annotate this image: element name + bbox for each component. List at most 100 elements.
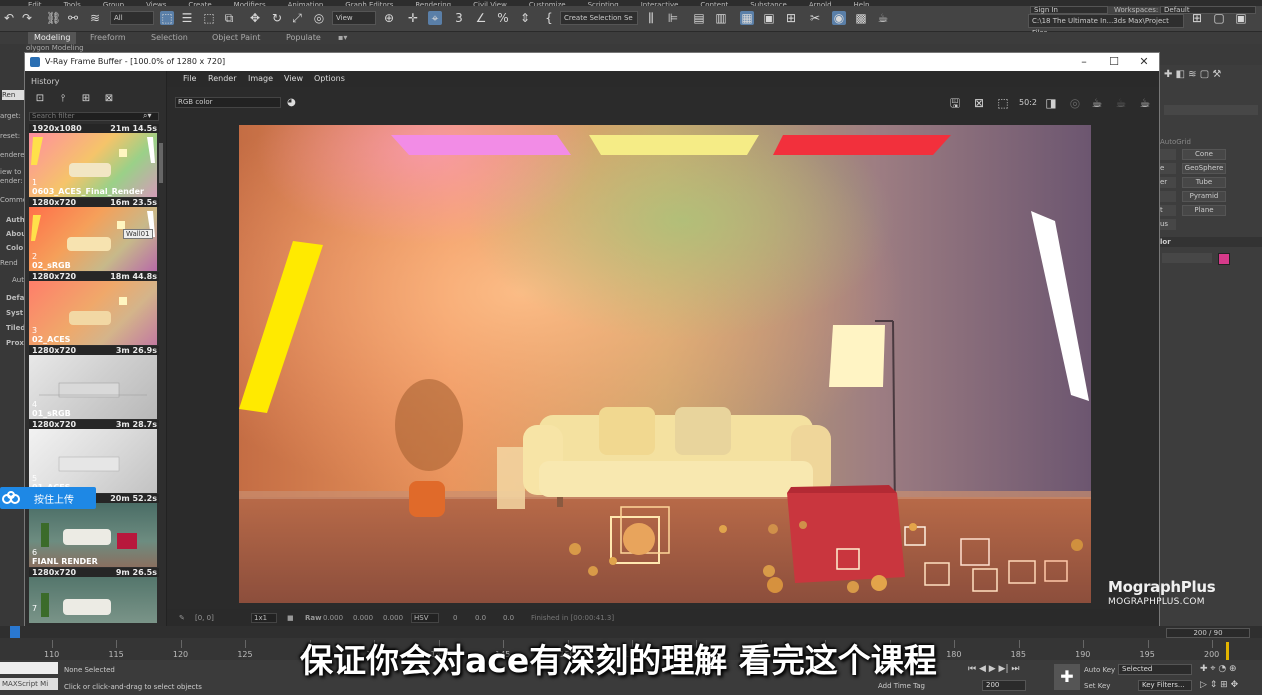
- history-search-input[interactable]: Search filter: [29, 112, 159, 121]
- color-mode-dropdown[interactable]: HSV: [411, 613, 439, 623]
- history-remove-icon[interactable]: ⊠: [102, 93, 116, 105]
- object-type-dropdown[interactable]: [1164, 105, 1258, 115]
- percent-snap-icon[interactable]: %: [496, 11, 510, 25]
- menu-image[interactable]: Image: [248, 71, 273, 87]
- unlink-icon[interactable]: ⚯: [66, 11, 80, 25]
- project-path-dropdown[interactable]: C:\18 The Ultimate In...3ds Max\Project …: [1028, 14, 1184, 37]
- close-icon[interactable]: ✕: [1129, 53, 1159, 71]
- history-item-header[interactable]: 1280x720 9m 26.5s: [29, 568, 159, 577]
- compare-icon[interactable]: 50:2: [1019, 95, 1037, 111]
- object-name-field[interactable]: [1162, 253, 1212, 263]
- project-folder-icon[interactable]: ⊞: [1190, 11, 1204, 25]
- cone-button[interactable]: Cone: [1182, 149, 1226, 160]
- maxscript-listener-top[interactable]: [0, 662, 58, 674]
- region-render-icon[interactable]: ⬚: [995, 95, 1011, 111]
- scale-icon[interactable]: ⤢: [290, 11, 304, 25]
- left-panel-rollout[interactable]: Syst: [6, 309, 23, 317]
- ribbon-options-icon[interactable]: ▪▾: [338, 32, 347, 44]
- select-manipulate-icon[interactable]: ✛: [406, 11, 420, 25]
- tab-freeform[interactable]: Freeform: [90, 32, 126, 44]
- bind-spacewarp-icon[interactable]: ≋: [88, 11, 102, 25]
- reference-coord-dropdown[interactable]: View: [332, 11, 376, 25]
- box-button[interactable]: [1160, 149, 1176, 160]
- toggle-ribbon-icon[interactable]: ▥: [714, 11, 728, 25]
- viewport-nav-icons-2[interactable]: ▷ ⇕ ⊞ ✥: [1200, 680, 1238, 690]
- key-filters-button[interactable]: Key Filters...: [1138, 680, 1192, 691]
- baidu-upload-badge[interactable]: 按住上传: [0, 487, 96, 509]
- pivot-icon[interactable]: ⊕: [382, 11, 396, 25]
- viewport-nav-icons[interactable]: ✚ ⌖ ◔ ⊕: [1200, 664, 1237, 674]
- channel-dropdown[interactable]: RGB color: [175, 97, 281, 108]
- menu-render[interactable]: Render: [208, 71, 236, 87]
- history-item-header[interactable]: 1280x720 16m 23.5s: [29, 198, 159, 207]
- left-panel-rollout[interactable]: Prox: [6, 339, 24, 347]
- menu-view[interactable]: View: [284, 71, 303, 87]
- sphere-button[interactable]: e: [1160, 163, 1176, 174]
- autogrid-label[interactable]: AutoGrid: [1160, 138, 1191, 146]
- history-save-icon[interactable]: ⊡: [33, 93, 47, 105]
- clear-image-icon[interactable]: ⊠: [971, 95, 987, 111]
- tab-populate[interactable]: Populate: [286, 32, 321, 44]
- save-image-icon[interactable]: 🖫: [947, 95, 963, 111]
- rotate-icon[interactable]: ↻: [270, 11, 284, 25]
- keyboard-shortcut-icon[interactable]: ⌖: [428, 11, 442, 25]
- tab-selection[interactable]: Selection: [151, 32, 188, 44]
- cylinder-button[interactable]: er: [1160, 177, 1176, 188]
- history-item-header[interactable]: 1280x720 18m 44.8s: [29, 272, 159, 281]
- render-setup-icon[interactable]: ✂: [808, 11, 822, 25]
- render-icon[interactable]: ☕: [1113, 95, 1129, 111]
- history-load-icon[interactable]: ⊞: [79, 93, 93, 105]
- history-scrollbar[interactable]: [159, 143, 163, 183]
- stop-render-icon[interactable]: ◎: [1067, 95, 1083, 111]
- set-key-button[interactable]: Set Key: [1084, 682, 1110, 690]
- project-folder-open-icon[interactable]: ▢: [1212, 11, 1226, 25]
- sign-in-dropdown[interactable]: Sign In: [1030, 6, 1108, 14]
- lens-effects-icon[interactable]: ◨: [1043, 95, 1059, 111]
- time-slider-handle[interactable]: [10, 626, 20, 638]
- maxscript-mini-listener[interactable]: MAXScript Mi: [0, 678, 58, 690]
- zoom-dropdown[interactable]: 1x1: [251, 613, 277, 623]
- left-panel-rollout[interactable]: Tiled: [6, 324, 25, 332]
- torus-button[interactable]: [1160, 191, 1176, 202]
- tab-object-paint[interactable]: Object Paint: [212, 32, 260, 44]
- select-by-name-icon[interactable]: ☰: [180, 11, 194, 25]
- undo-icon[interactable]: ↶: [2, 11, 16, 25]
- history-item-header[interactable]: 1920x1080 21m 14.5s: [29, 124, 159, 133]
- history-thumbnail[interactable]: 1 0603_ACES_Final_Render: [29, 133, 157, 197]
- rendered-frame-window-icon[interactable]: ◉: [832, 11, 846, 25]
- window-crossing-icon[interactable]: ⧉: [222, 11, 236, 25]
- geosphere-button[interactable]: GeoSphere: [1182, 163, 1226, 174]
- history-item-header[interactable]: 1280x720 3m 28.7s: [29, 420, 159, 429]
- move-icon[interactable]: ✥: [248, 11, 262, 25]
- left-panel-rollout[interactable]: Auth: [6, 216, 25, 224]
- create-selection-set-dropdown[interactable]: Create Selection Se: [560, 11, 638, 25]
- key-selection-dropdown[interactable]: Selected: [1118, 664, 1192, 675]
- add-time-tag[interactable]: Add Time Tag: [878, 682, 925, 690]
- align-icon[interactable]: ⊫: [666, 11, 680, 25]
- textplus-button[interactable]: us: [1160, 219, 1176, 230]
- snaps-toggle-icon[interactable]: 3: [452, 11, 466, 25]
- region-select-icon[interactable]: ⬚: [202, 11, 216, 25]
- teapot-button[interactable]: t: [1160, 205, 1176, 216]
- plane-button[interactable]: Plane: [1182, 205, 1226, 216]
- left-panel-rollout[interactable]: Colo: [6, 244, 23, 252]
- edit-named-selection-icon[interactable]: {: [542, 11, 556, 25]
- object-color-swatch[interactable]: [1218, 253, 1230, 265]
- curve-editor-icon[interactable]: ▦: [740, 11, 754, 25]
- history-thumbnail[interactable]: 7: [29, 577, 157, 623]
- add-key-icon[interactable]: ✚: [1054, 664, 1080, 690]
- render-teapot-icon[interactable]: ☕: [876, 11, 890, 25]
- left-panel-label[interactable]: Ren: [2, 90, 24, 100]
- menu-file[interactable]: File: [183, 71, 196, 87]
- maximize-icon[interactable]: ☐: [1099, 53, 1129, 71]
- history-thumbnail[interactable]: 3 02_ACES: [29, 281, 157, 345]
- layer-explorer-icon[interactable]: ▤: [692, 11, 706, 25]
- render-production-icon[interactable]: ▩: [854, 11, 868, 25]
- rendered-image[interactable]: [239, 125, 1091, 603]
- command-panel-tabs-icon[interactable]: ✚ ◧ ≋ ▢ ⚒: [1164, 69, 1221, 80]
- left-panel-rollout[interactable]: Defa: [6, 294, 24, 302]
- select-object-icon[interactable]: ⬚: [160, 11, 174, 25]
- search-icon[interactable]: ⌕▾: [143, 111, 152, 121]
- redo-icon[interactable]: ↷: [20, 11, 34, 25]
- color-picker-icon[interactable]: ◕: [287, 97, 296, 108]
